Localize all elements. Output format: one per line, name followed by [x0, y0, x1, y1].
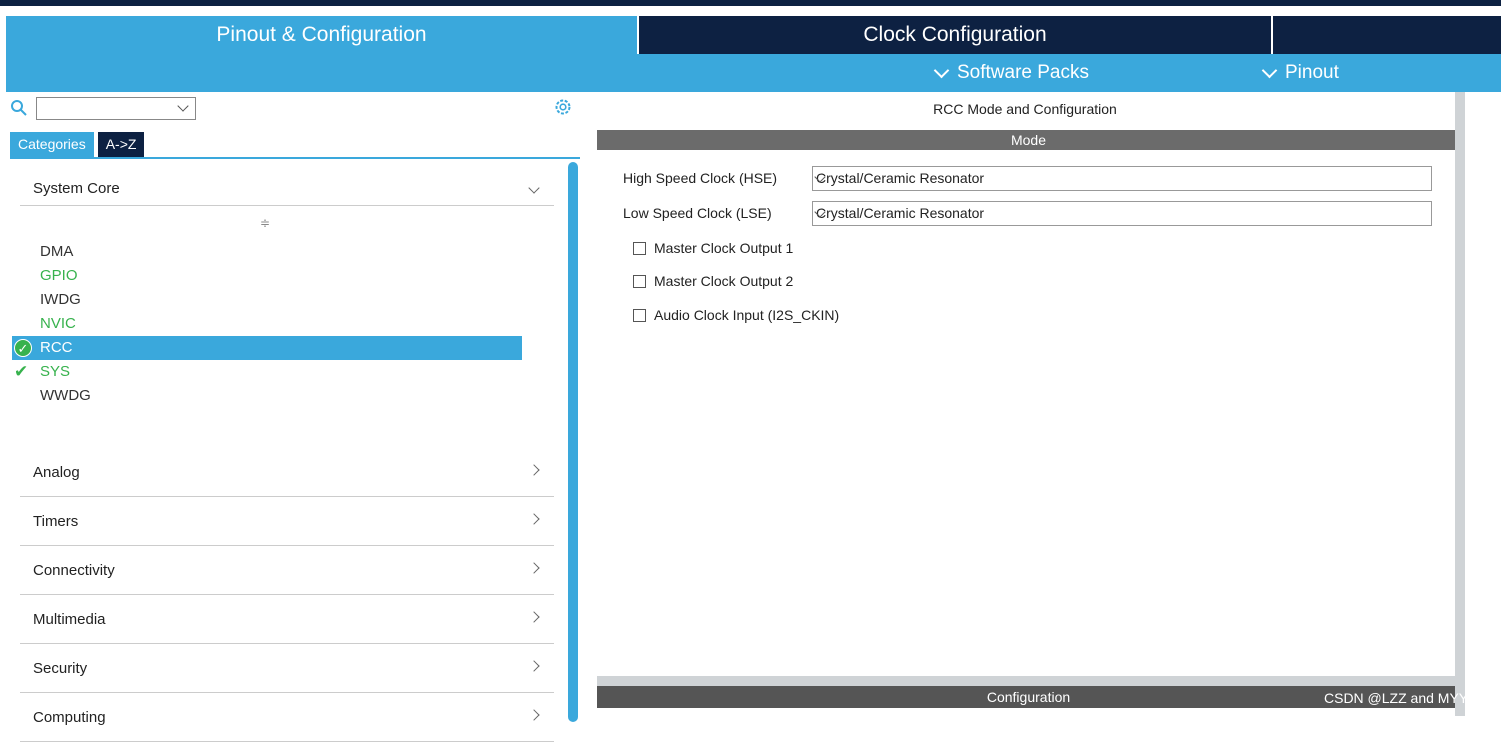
mode-header[interactable]: Mode	[597, 130, 1460, 150]
lse-select[interactable]: Crystal/Ceramic Resonator	[812, 201, 1432, 226]
checkbox-label: Master Clock Output 2	[654, 273, 794, 289]
sub-toolbar: Software Packs Pinout	[6, 54, 1501, 92]
left-panel: Categories A->Z System Core ≑ DMA GPIO IW…	[0, 92, 582, 742]
checkbox-box[interactable]	[633, 275, 646, 288]
chevron-down-icon	[1261, 62, 1278, 78]
category-label: Analog	[33, 464, 80, 481]
lse-value: Crystal/Ceramic Resonator	[816, 205, 985, 221]
list-item-dma[interactable]: DMA	[12, 240, 522, 264]
hse-select[interactable]: Crystal/Ceramic Resonator	[812, 166, 1432, 191]
checkbox-audio-clock-input[interactable]: Audio Clock Input (I2S_CKIN)	[633, 305, 839, 325]
chevron-right-icon	[528, 562, 540, 574]
list-item-sys[interactable]: ✔ SYS	[12, 360, 522, 384]
check-circle-icon: ✓	[14, 339, 32, 357]
item-label: DMA	[40, 243, 74, 260]
vertical-splitter[interactable]	[1455, 92, 1465, 716]
left-scrollbar[interactable]	[568, 162, 578, 722]
item-label: RCC	[40, 339, 73, 356]
main-tab-bar: Pinout & Configuration Clock Configurati…	[0, 16, 1501, 54]
hse-value: Crystal/Ceramic Resonator	[816, 170, 985, 186]
category-timers[interactable]: Timers	[20, 497, 554, 546]
checkbox-master-clock-output-1[interactable]: Master Clock Output 1	[633, 238, 793, 258]
sort-icon[interactable]: ≑	[260, 216, 270, 230]
tab-extra[interactable]	[1273, 16, 1501, 54]
view-tabs: Categories A->Z	[10, 132, 145, 157]
item-label: WWDG	[40, 387, 91, 404]
category-label: Connectivity	[33, 562, 115, 579]
tab-pinout-configuration[interactable]: Pinout & Configuration	[6, 16, 637, 54]
category-analog[interactable]: Analog	[20, 448, 554, 497]
collapsed-categories: Analog Timers Connectivity Multimedia Se…	[20, 448, 554, 742]
category-security[interactable]: Security	[20, 644, 554, 693]
software-packs-menu[interactable]: Software Packs	[933, 54, 1089, 92]
chevron-right-icon	[528, 513, 540, 525]
item-label: SYS	[40, 363, 71, 380]
category-computing[interactable]: Computing	[20, 693, 554, 742]
lse-label: Low Speed Clock (LSE)	[623, 205, 772, 221]
rcc-config-frame: RCC Mode and Configuration Mode High Spe…	[590, 92, 1460, 716]
list-item-wwdg[interactable]: WWDG	[12, 384, 522, 408]
watermark: CSDN @LZZ and MYY	[1324, 690, 1469, 706]
item-label: GPIO	[40, 267, 78, 284]
top-strip	[0, 0, 1501, 6]
hse-label: High Speed Clock (HSE)	[623, 170, 778, 186]
list-item-nvic[interactable]: NVIC	[12, 312, 522, 336]
system-core-items: DMA GPIO IWDG NVIC ✓ RCC ✔ SYS WWDG	[12, 240, 522, 408]
checkbox-box[interactable]	[633, 309, 646, 322]
software-packs-label: Software Packs	[957, 62, 1089, 83]
right-edge	[1465, 92, 1501, 716]
tab-a-z[interactable]: A->Z	[97, 132, 145, 157]
tab-clock-configuration[interactable]: Clock Configuration	[639, 16, 1271, 54]
chevron-down-icon	[933, 62, 950, 78]
pinout-label: Pinout	[1285, 62, 1339, 83]
category-label: Timers	[33, 513, 79, 530]
category-label: System Core	[33, 180, 120, 197]
tab-categories[interactable]: Categories	[10, 132, 94, 157]
chevron-right-icon	[528, 611, 540, 623]
list-item-gpio[interactable]: GPIO	[12, 264, 522, 288]
checkmark-icon: ✔	[14, 362, 29, 381]
item-label: IWDG	[40, 291, 81, 308]
gear-icon[interactable]	[554, 98, 572, 116]
list-item-iwdg[interactable]: IWDG	[12, 288, 522, 312]
chevron-right-icon	[528, 709, 540, 721]
category-connectivity[interactable]: Connectivity	[20, 546, 554, 595]
panel-title: RCC Mode and Configuration	[933, 101, 1117, 117]
chevron-down-icon	[528, 182, 540, 194]
checkbox-master-clock-output-2[interactable]: Master Clock Output 2	[633, 271, 793, 291]
category-multimedia[interactable]: Multimedia	[20, 595, 554, 644]
search-icon[interactable]	[10, 99, 28, 117]
pinout-menu[interactable]: Pinout	[1261, 54, 1339, 92]
category-label: Security	[33, 660, 88, 677]
category-list: System Core	[20, 172, 554, 206]
chevron-right-icon	[528, 464, 540, 476]
category-label: Computing	[33, 709, 106, 726]
splitter[interactable]	[597, 676, 1460, 686]
list-item-rcc[interactable]: ✓ RCC	[12, 336, 522, 360]
chevron-right-icon	[528, 660, 540, 672]
search-row	[10, 96, 580, 122]
tab-underline	[10, 157, 580, 159]
item-label: NVIC	[40, 315, 76, 332]
category-system-core[interactable]: System Core	[20, 172, 554, 206]
right-panel: RCC Mode and Configuration Mode High Spe…	[585, 92, 1501, 716]
search-input[interactable]	[36, 97, 196, 120]
checkbox-label: Audio Clock Input (I2S_CKIN)	[654, 307, 840, 323]
checkbox-label: Master Clock Output 1	[654, 240, 794, 256]
chevron-down-icon	[177, 100, 189, 112]
checkbox-box[interactable]	[633, 242, 646, 255]
category-label: Multimedia	[33, 611, 106, 628]
